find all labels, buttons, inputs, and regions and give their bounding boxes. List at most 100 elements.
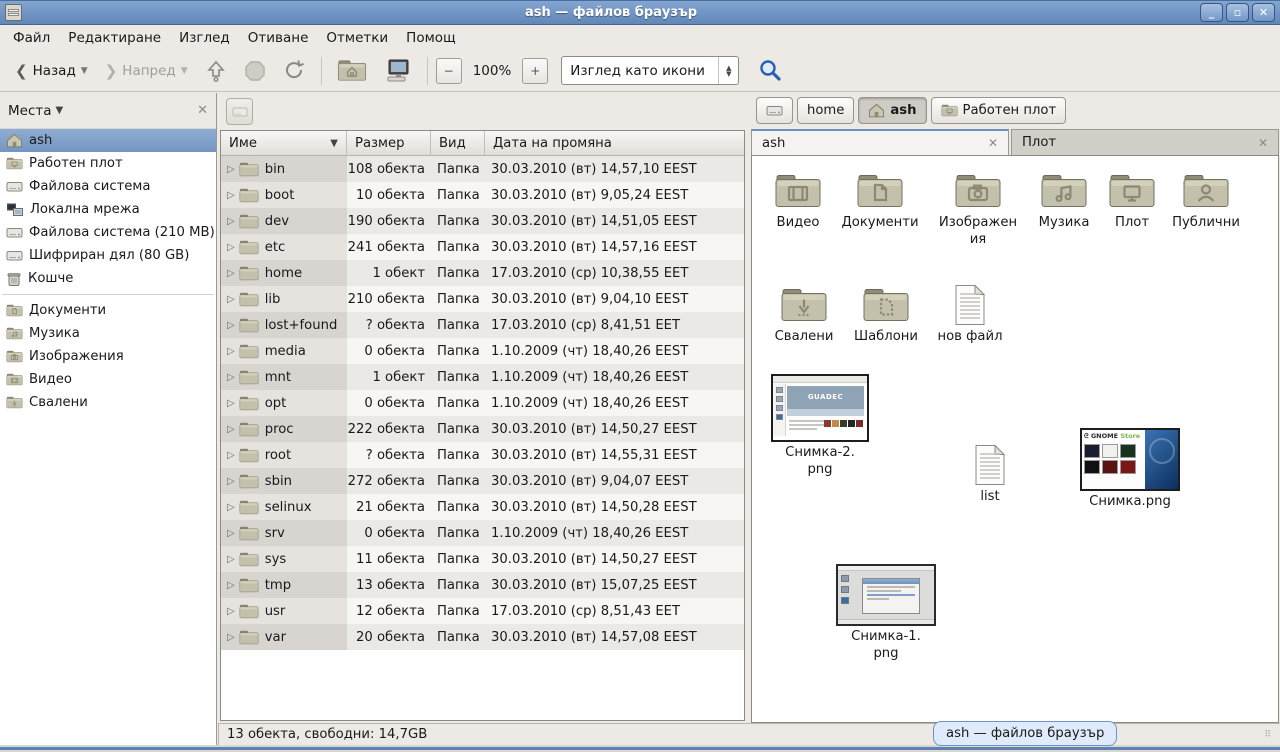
- expander-icon[interactable]: ▷: [227, 502, 235, 513]
- computer-button[interactable]: [377, 55, 419, 87]
- forward-dropdown-icon[interactable]: ▼: [181, 66, 188, 76]
- stop-button[interactable]: [237, 55, 273, 87]
- sidebar-item--[interactable]: Кошче: [0, 267, 216, 290]
- menu-1[interactable]: Редактиране: [59, 26, 170, 50]
- maximize-button[interactable]: ▫: [1226, 3, 1249, 22]
- zoom-in-button[interactable]: +: [522, 58, 548, 84]
- table-row-sys[interactable]: ▷sys11 обектаПапка30.03.2010 (вт) 14,50,…: [221, 546, 744, 572]
- close-button[interactable]: ✕: [1252, 3, 1275, 22]
- column-header-2[interactable]: Вид: [431, 131, 485, 155]
- expander-icon[interactable]: ▷: [227, 476, 235, 487]
- icon-item-Документи[interactable]: Документи: [838, 170, 922, 232]
- icon-item-Снимка.png[interactable]: ᘓ GNOME StoreСнимка.png: [1088, 428, 1172, 511]
- up-button[interactable]: [198, 55, 234, 87]
- sidebar-item--[interactable]: Видео: [0, 368, 216, 391]
- table-row-lib[interactable]: ▷lib210 обектаПапка30.03.2010 (вт) 9,04,…: [221, 286, 744, 312]
- view-mode-select[interactable]: Изглед като икони ▲▼: [561, 56, 739, 85]
- table-row-proc[interactable]: ▷proc222 обектаПапка30.03.2010 (вт) 14,5…: [221, 416, 744, 442]
- sidebar-item--[interactable]: Изображения: [0, 345, 216, 368]
- icon-item-Снимка-2.-png[interactable]: GUADECСнимка-2. png: [778, 374, 862, 478]
- tab-Плот[interactable]: Плот✕: [1011, 129, 1279, 155]
- table-row-bin[interactable]: ▷bin108 обектаПапка30.03.2010 (вт) 14,57…: [221, 156, 744, 182]
- expander-icon[interactable]: ▷: [227, 190, 235, 201]
- icon-item-Снимка-1.-png[interactable]: Снимка-1. png: [844, 564, 928, 662]
- expander-icon[interactable]: ▷: [227, 450, 235, 461]
- path-button-drive[interactable]: [756, 97, 793, 124]
- expander-icon[interactable]: ▷: [227, 346, 235, 357]
- expander-icon[interactable]: ▷: [227, 372, 235, 383]
- expander-icon[interactable]: ▷: [227, 294, 235, 305]
- back-button[interactable]: ❮ Назад ▼: [8, 55, 95, 87]
- back-dropdown-icon[interactable]: ▼: [81, 66, 88, 76]
- table-row-tmp[interactable]: ▷tmp13 обектаПапка30.03.2010 (вт) 15,07,…: [221, 572, 744, 598]
- menu-5[interactable]: Помощ: [397, 26, 465, 50]
- expander-icon[interactable]: ▷: [227, 554, 235, 565]
- places-selector-chevron-icon[interactable]: ▼: [56, 105, 64, 116]
- places-selector[interactable]: Места: [8, 103, 52, 119]
- sidebar-item--[interactable]: Свалени: [0, 391, 216, 414]
- icon-item-Шаблони[interactable]: Шаблони: [844, 284, 928, 346]
- sidebar-item--[interactable]: Документи: [0, 299, 216, 322]
- combo-arrows-icon[interactable]: ▲▼: [718, 57, 738, 84]
- icon-item-Видео[interactable]: Видео: [756, 170, 840, 232]
- table-row-lost+found[interactable]: ▷lost+found? обектаПапка17.03.2010 (ср) …: [221, 312, 744, 338]
- expander-icon[interactable]: ▷: [227, 268, 235, 279]
- icon-item-нов-файл[interactable]: нов файл: [928, 284, 1012, 346]
- table-row-media[interactable]: ▷media0 обектаПапка1.10.2009 (чт) 18,40,…: [221, 338, 744, 364]
- path-button-home[interactable]: home: [797, 97, 854, 124]
- table-row-dev[interactable]: ▷dev190 обектаПапка30.03.2010 (вт) 14,51…: [221, 208, 744, 234]
- table-row-srv[interactable]: ▷srv0 обектаПапка1.10.2009 (чт) 18,40,26…: [221, 520, 744, 546]
- icon-item-Свалени[interactable]: Свалени: [762, 284, 846, 346]
- icon-item-Плот[interactable]: Плот: [1090, 170, 1174, 232]
- sidebar-item--[interactable]: Музика: [0, 322, 216, 345]
- expander-icon[interactable]: ▷: [227, 632, 235, 643]
- table-row-home[interactable]: ▷home1 обектПапка17.03.2010 (ср) 10,38,5…: [221, 260, 744, 286]
- expander-icon[interactable]: ▷: [227, 164, 235, 175]
- expander-icon[interactable]: ▷: [227, 216, 235, 227]
- icon-item-Изображен-ия[interactable]: Изображен ия: [936, 170, 1020, 248]
- places-mini-button[interactable]: [226, 98, 253, 125]
- sidebar-item--210-mb-[interactable]: Файлова система (210 MB): [0, 221, 216, 244]
- icon-view[interactable]: ВидеоДокументиИзображен ияМузикаПлотПубл…: [751, 155, 1279, 723]
- table-row-sbin[interactable]: ▷sbin272 обектаПапка30.03.2010 (вт) 9,04…: [221, 468, 744, 494]
- column-header-0[interactable]: Име▼: [221, 131, 347, 155]
- expander-icon[interactable]: ▷: [227, 424, 235, 435]
- zoom-out-button[interactable]: −: [436, 58, 462, 84]
- sidebar-item--80-gb-[interactable]: Шифриран дял (80 GB): [0, 244, 216, 267]
- table-row-boot[interactable]: ▷boot10 обектаПапка30.03.2010 (вт) 9,05,…: [221, 182, 744, 208]
- icon-item-list[interactable]: list: [948, 444, 1032, 506]
- expander-icon[interactable]: ▷: [227, 606, 235, 617]
- icon-item-Публични[interactable]: Публични: [1164, 170, 1248, 232]
- table-row-selinux[interactable]: ▷selinux21 обектаПапка30.03.2010 (вт) 14…: [221, 494, 744, 520]
- expander-icon[interactable]: ▷: [227, 320, 235, 331]
- table-row-opt[interactable]: ▷opt0 обектаПапка1.10.2009 (чт) 18,40,26…: [221, 390, 744, 416]
- expander-icon[interactable]: ▷: [227, 580, 235, 591]
- search-button[interactable]: [750, 55, 790, 87]
- forward-button[interactable]: ❯ Напред ▼: [98, 55, 195, 87]
- home-button[interactable]: [330, 55, 374, 87]
- table-row-var[interactable]: ▷var20 обектаПапка30.03.2010 (вт) 14,57,…: [221, 624, 744, 650]
- tab-ash[interactable]: ash✕: [751, 129, 1009, 155]
- menu-4[interactable]: Отметки: [317, 26, 397, 50]
- column-header-3[interactable]: Дата на промяна: [485, 131, 744, 155]
- reload-button[interactable]: [276, 55, 313, 87]
- table-row-mnt[interactable]: ▷mnt1 обектПапка1.10.2009 (чт) 18,40,26 …: [221, 364, 744, 390]
- table-row-usr[interactable]: ▷usr12 обектаПапка17.03.2010 (ср) 8,51,4…: [221, 598, 744, 624]
- menu-2[interactable]: Изглед: [170, 26, 239, 50]
- sidebar-item--[interactable]: Локална мрежа: [0, 198, 216, 221]
- path-button-Работен плот[interactable]: Работен плот: [931, 97, 1067, 124]
- path-button-ash[interactable]: ash: [858, 97, 926, 124]
- sidebar-item--[interactable]: Работен плот: [0, 152, 216, 175]
- table-row-etc[interactable]: ▷etc241 обектаПапка30.03.2010 (вт) 14,57…: [221, 234, 744, 260]
- expander-icon[interactable]: ▷: [227, 242, 235, 253]
- expander-icon[interactable]: ▷: [227, 528, 235, 539]
- expander-icon[interactable]: ▷: [227, 398, 235, 409]
- menu-3[interactable]: Отиване: [239, 26, 318, 50]
- menu-0[interactable]: Файл: [4, 26, 59, 50]
- tab-close-icon[interactable]: ✕: [988, 136, 998, 150]
- sidebar-close-icon[interactable]: ✕: [197, 103, 208, 118]
- table-row-root[interactable]: ▷root? обектаПапка30.03.2010 (вт) 14,55,…: [221, 442, 744, 468]
- minimize-button[interactable]: _: [1200, 3, 1223, 22]
- tab-close-icon[interactable]: ✕: [1258, 136, 1268, 150]
- column-header-1[interactable]: Размер: [347, 131, 431, 155]
